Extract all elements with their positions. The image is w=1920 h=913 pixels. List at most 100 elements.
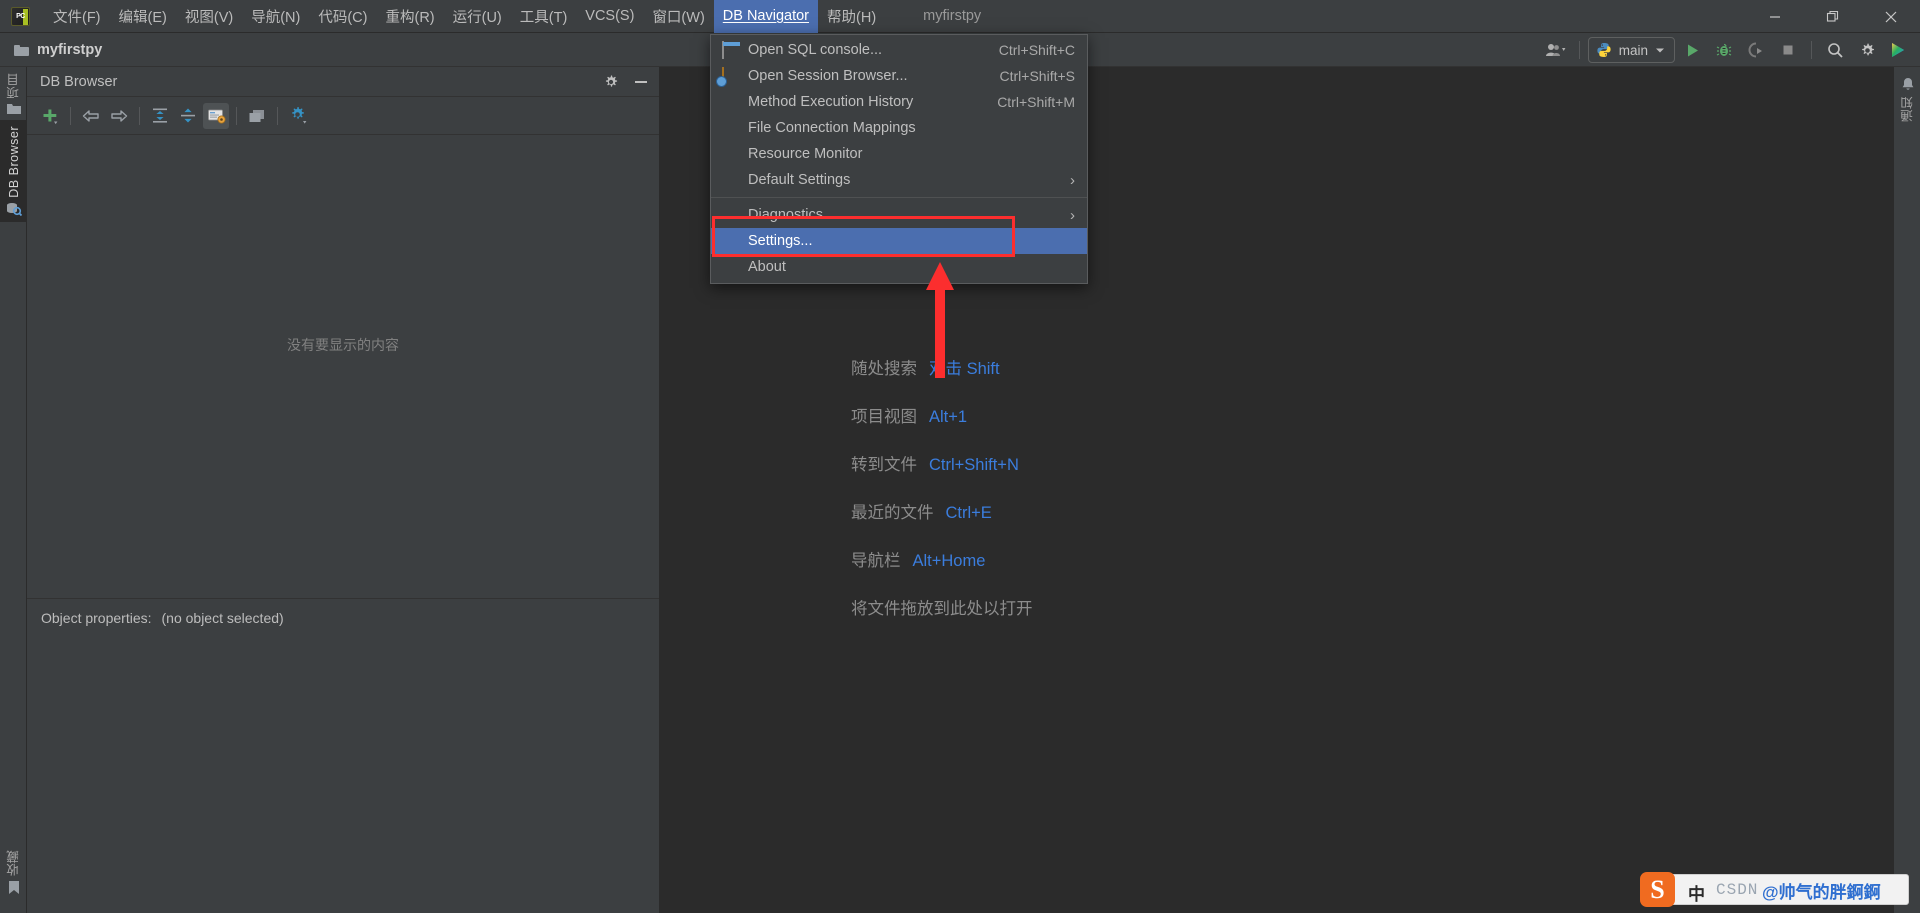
menu-item-shortcut: Ctrl+Shift+S	[999, 68, 1075, 84]
toolbar-separator-2	[1811, 41, 1812, 59]
menu-item-diagnostics[interactable]: Diagnostics ›	[711, 202, 1087, 228]
sidebar-item-notifications-label: 通知	[1901, 96, 1915, 122]
debug-button[interactable]	[1709, 36, 1739, 64]
sidebar-item-project-label: 项目	[7, 73, 21, 99]
db-browser-hide-button[interactable]	[633, 75, 649, 89]
close-button[interactable]	[1862, 0, 1920, 33]
menu-vcs[interactable]: VCS(S)	[576, 0, 643, 33]
run-button[interactable]	[1677, 36, 1707, 64]
menu-edit[interactable]: 编辑(E)	[110, 0, 176, 33]
menu-run[interactable]: 运行(U)	[444, 0, 511, 33]
db-browser-title: DB Browser	[40, 73, 118, 90]
menu-help[interactable]: 帮助(H)	[818, 0, 885, 33]
project-folder-icon	[6, 104, 21, 114]
minimize-button[interactable]	[1746, 0, 1804, 33]
sidebar-item-favorites-label: 收藏	[7, 850, 21, 876]
menu-item-label: About	[748, 259, 786, 275]
window-title: myfirstpy	[923, 8, 982, 24]
user-group-button[interactable]	[1541, 36, 1571, 64]
gear-icon	[605, 75, 618, 87]
collapse-all-icon	[181, 108, 195, 123]
sidebar-item-notifications[interactable]: 通知	[1894, 67, 1920, 128]
db-toolbar-separator-3	[236, 106, 237, 125]
menu-item-label: Open SQL console...	[748, 42, 883, 58]
menu-item-shortcut: Ctrl+Shift+M	[997, 94, 1075, 110]
session-browser-icon	[722, 67, 740, 85]
search-everywhere-button[interactable]	[1820, 36, 1850, 64]
csdn-handle-label: @帅气的胖錒錒	[1762, 883, 1881, 902]
menu-item-label: Default Settings	[748, 172, 851, 188]
window-controls	[1746, 0, 1920, 33]
sidebar-item-project[interactable]: 项目	[0, 67, 27, 120]
menu-tools[interactable]: 工具(T)	[511, 0, 577, 33]
menu-item-open-session-browser[interactable]: Open Session Browser... Ctrl+Shift+S	[711, 63, 1087, 89]
new-connection-button[interactable]	[37, 103, 63, 129]
breadcrumb[interactable]: myfirstpy	[14, 42, 102, 58]
expand-all-button[interactable]	[147, 103, 173, 129]
minimize-icon	[1770, 15, 1780, 18]
menu-item-about[interactable]: About	[711, 254, 1087, 280]
hint-label: 最近的文件	[851, 504, 934, 522]
hint-label: 导航栏	[851, 552, 901, 570]
menu-navigate[interactable]: 导航(N)	[242, 0, 309, 33]
gear-icon	[1861, 43, 1874, 55]
menu-refactor[interactable]: 重构(R)	[376, 0, 443, 33]
sidebar-item-db-browser[interactable]: DB Browser	[0, 120, 27, 222]
object-properties-button[interactable]	[203, 102, 229, 129]
hint-project-view: 项目视图 Alt+1	[851, 403, 1033, 427]
datalore-button[interactable]	[1884, 36, 1914, 64]
run-config-label: main	[1618, 42, 1648, 58]
menu-refactor-label: 重构(R)	[385, 9, 435, 26]
db-browser-tree[interactable]: 没有要显示的内容	[27, 135, 659, 598]
db-toolbar-separator-2	[139, 106, 140, 125]
settings-button[interactable]	[1852, 36, 1882, 64]
sogou-ime-logo-icon: S	[1640, 872, 1675, 907]
hint-goto-file: 转到文件 Ctrl+Shift+N	[851, 451, 1033, 475]
menu-db-navigator[interactable]: DB Navigator	[713, 0, 819, 33]
menu-item-resource-monitor[interactable]: Resource Monitor	[711, 141, 1087, 167]
menu-item-open-sql-console[interactable]: Open SQL console... Ctrl+Shift+C	[711, 37, 1087, 63]
hint-label: 将文件拖放到此处以打开	[851, 600, 1033, 618]
chevron-down-icon	[1656, 48, 1664, 52]
menu-item-file-connection-mappings[interactable]: File Connection Mappings	[711, 115, 1087, 141]
db-browser-header: DB Browser	[27, 67, 659, 97]
menu-window[interactable]: 窗口(W)	[643, 0, 713, 33]
menu-item-default-settings[interactable]: Default Settings ›	[711, 167, 1087, 193]
copy-button[interactable]	[244, 103, 270, 129]
sidebar-item-favorites[interactable]: 收藏	[0, 844, 27, 901]
db-toolbar-separator-1	[70, 106, 71, 125]
navigate-forward-button[interactable]	[106, 103, 132, 129]
hint-label: 随处搜索	[851, 360, 917, 378]
maximize-button[interactable]	[1804, 0, 1862, 33]
ime-mode-label[interactable]: 中	[1688, 880, 1705, 905]
right-tool-strip: 通知	[1893, 67, 1920, 913]
run-with-coverage-icon	[1748, 42, 1762, 58]
hint-drop-files: 将文件拖放到此处以打开	[851, 595, 1033, 619]
menu-tools-label: 工具(T)	[519, 9, 568, 26]
run-with-coverage-button[interactable]	[1741, 36, 1771, 64]
menu-view[interactable]: 视图(V)	[176, 0, 242, 33]
navigate-back-button[interactable]	[78, 103, 104, 129]
db-browser-options-button[interactable]	[285, 103, 311, 129]
stop-button[interactable]	[1773, 36, 1803, 64]
breadcrumb-project-label: myfirstpy	[37, 41, 103, 58]
menu-file-label: 文件(F)	[53, 9, 101, 26]
collapse-all-button[interactable]	[175, 103, 201, 129]
db-browser-header-buttons	[603, 67, 649, 97]
close-icon	[1885, 11, 1897, 22]
left-tool-strip: 项目 DB Browser 收藏	[0, 67, 27, 913]
hint-navigation-bar: 导航栏 Alt+Home	[851, 547, 1033, 571]
menu-item-settings[interactable]: Settings...	[711, 228, 1087, 254]
python-icon	[1597, 43, 1611, 57]
menu-separator	[711, 197, 1087, 198]
chevron-right-icon: ›	[1070, 171, 1075, 189]
menu-item-method-execution-history[interactable]: Method Execution History Ctrl+Shift+M	[711, 89, 1087, 115]
run-configuration-selector[interactable]: main	[1587, 37, 1675, 63]
arrow-right-icon	[111, 109, 128, 122]
db-browser-settings-button[interactable]	[603, 74, 619, 90]
user-group-icon	[1545, 44, 1566, 56]
menu-code[interactable]: 代码(C)	[309, 0, 376, 33]
run-icon	[1687, 44, 1698, 56]
hint-shortcut: Alt+1	[929, 408, 968, 426]
menu-file[interactable]: 文件(F)	[44, 0, 110, 33]
